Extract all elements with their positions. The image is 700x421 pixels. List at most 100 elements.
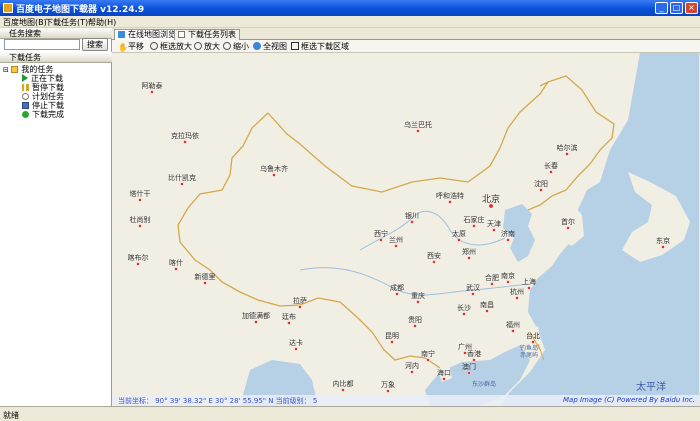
- place-label: 赤尾屿: [520, 351, 538, 359]
- zoom-out-button[interactable]: 缩小: [223, 41, 249, 52]
- place-label: 钓鱼岛: [520, 344, 538, 352]
- place-label: 东沙群岛: [472, 380, 496, 388]
- city-marker: [661, 245, 665, 249]
- map-view[interactable]: 阿勒泰 乌鲁木齐 克拉玛依 喀什 比什凯克 塔什干 杜尚别 喀布尔 新德里 拉萨 加德满都 廷布 达卡内…: [112, 53, 699, 406]
- city-label: 达卡: [289, 338, 303, 347]
- city-marker: [379, 238, 383, 242]
- task-search-input[interactable]: [4, 39, 80, 50]
- full-view-button[interactable]: 全视图: [253, 41, 287, 52]
- city-label: 香港: [467, 349, 481, 358]
- city-label: 拉萨: [293, 296, 307, 305]
- minimize-button[interactable]: _: [655, 2, 668, 14]
- city-marker: [138, 224, 142, 228]
- city-label: 呼和浩特: [436, 191, 464, 200]
- city-marker: [539, 188, 543, 192]
- zoom-in-button[interactable]: 放大: [194, 41, 220, 52]
- city-label: 郑州: [462, 248, 476, 256]
- city-label: 上海: [522, 277, 536, 286]
- city-marker: [462, 312, 466, 316]
- city-marker: [531, 340, 535, 344]
- status-text: 就绪: [3, 411, 19, 420]
- city-label: 首尔: [561, 217, 575, 226]
- city-marker: [467, 256, 471, 260]
- city-label: 银川: [405, 211, 419, 220]
- maximize-button[interactable]: □: [670, 2, 683, 14]
- city-marker: [138, 198, 142, 202]
- city-marker: [506, 280, 510, 284]
- tree-item-stopped[interactable]: 停止下载: [22, 100, 64, 110]
- tree-item-scheduled[interactable]: 计划任务: [22, 91, 64, 101]
- city-marker: [416, 129, 420, 133]
- city-marker: [432, 260, 436, 264]
- city-marker: [410, 370, 414, 374]
- pan-button[interactable]: ✋平移: [118, 41, 144, 52]
- city-label: 兰州: [389, 235, 403, 244]
- city-label: 喀布尔: [128, 253, 149, 262]
- list-icon: [178, 31, 185, 38]
- city-label: 太原: [452, 229, 466, 238]
- city-marker: [395, 292, 399, 296]
- city-marker: [180, 182, 184, 186]
- city-marker: [183, 140, 187, 144]
- tab-download-list[interactable]: 下载任务列表: [174, 29, 240, 40]
- city-marker: [150, 90, 154, 94]
- city-marker: [527, 286, 531, 290]
- city-label: 济南: [501, 229, 515, 238]
- city-marker: [410, 220, 414, 224]
- menu-help[interactable]: 帮助(H): [88, 17, 116, 28]
- clock-icon: [22, 93, 29, 100]
- folder-icon: [11, 66, 19, 73]
- menu-download-tasks[interactable]: 下载任务(T): [45, 17, 88, 28]
- city-marker: [448, 200, 452, 204]
- menu-baidu-map[interactable]: 百度地图(B): [3, 17, 47, 28]
- city-marker: [472, 224, 476, 228]
- rectangle-select-icon: [291, 42, 299, 50]
- city-label: 万象: [381, 380, 395, 389]
- city-label: 武汉: [466, 283, 480, 292]
- left-panel: 任务搜索 搜索 下载任务 ⊟ 我的任务 正在下载 暂停下载 计划任务 停止下载 …: [0, 28, 112, 406]
- tab-online-map[interactable]: 在线地图浏览: [114, 29, 180, 40]
- city-label: 成都: [390, 283, 404, 292]
- tree-item-downloading[interactable]: 正在下载: [22, 73, 63, 83]
- city-marker: [511, 329, 515, 333]
- tree-item-paused[interactable]: 暂停下载: [22, 82, 64, 92]
- window-title: 百度电子地图下载器 v12.24.9: [16, 5, 145, 15]
- city-label: 重庆: [411, 291, 425, 300]
- pause-icon: [22, 84, 29, 91]
- city-marker: [254, 320, 258, 324]
- city-label: 南京: [501, 271, 515, 280]
- city-marker: [394, 244, 398, 248]
- city-label: 塔什干: [130, 189, 151, 198]
- box-download-button[interactable]: 框选下载区域: [291, 41, 349, 52]
- city-marker: [298, 305, 302, 309]
- search-button[interactable]: 搜索: [82, 38, 108, 51]
- city-marker: [272, 173, 276, 177]
- zoom-in-icon: [194, 42, 202, 50]
- tree-item-completed[interactable]: 下载完成: [22, 109, 64, 119]
- city-marker: [442, 377, 446, 381]
- city-label: 贵阳: [408, 315, 422, 324]
- city-marker: [471, 292, 475, 296]
- city-label: 内比都: [333, 379, 354, 388]
- close-button[interactable]: ×: [685, 2, 698, 14]
- city-marker: [341, 388, 345, 392]
- city-marker: [136, 262, 140, 266]
- task-tree: ⊟ 我的任务 正在下载 暂停下载 计划任务 停止下载 下载完成: [0, 63, 111, 403]
- map-icon: [118, 31, 125, 38]
- city-label: 新德里: [195, 272, 216, 281]
- city-label: 阿勒泰: [142, 81, 163, 90]
- box-zoom-button[interactable]: 框选放大: [150, 41, 192, 52]
- city-marker: [386, 389, 390, 393]
- city-label: 克拉玛依: [171, 131, 199, 140]
- city-marker: [566, 226, 570, 230]
- city-marker: [515, 296, 519, 300]
- city-label: 福州: [506, 320, 520, 329]
- city-label: 台北: [526, 331, 540, 340]
- city-label: 乌兰巴托: [404, 120, 432, 129]
- coordinate-readout: 当前坐标： 90° 39' 38.32" E 30° 28' 55.95" N …: [118, 397, 318, 405]
- city-label: 杜尚别: [130, 215, 151, 224]
- city-marker: [287, 321, 291, 325]
- city-label: 沈阳: [534, 179, 548, 188]
- city-marker: [490, 282, 494, 286]
- tree-root-my-tasks[interactable]: ⊟ 我的任务: [3, 64, 53, 74]
